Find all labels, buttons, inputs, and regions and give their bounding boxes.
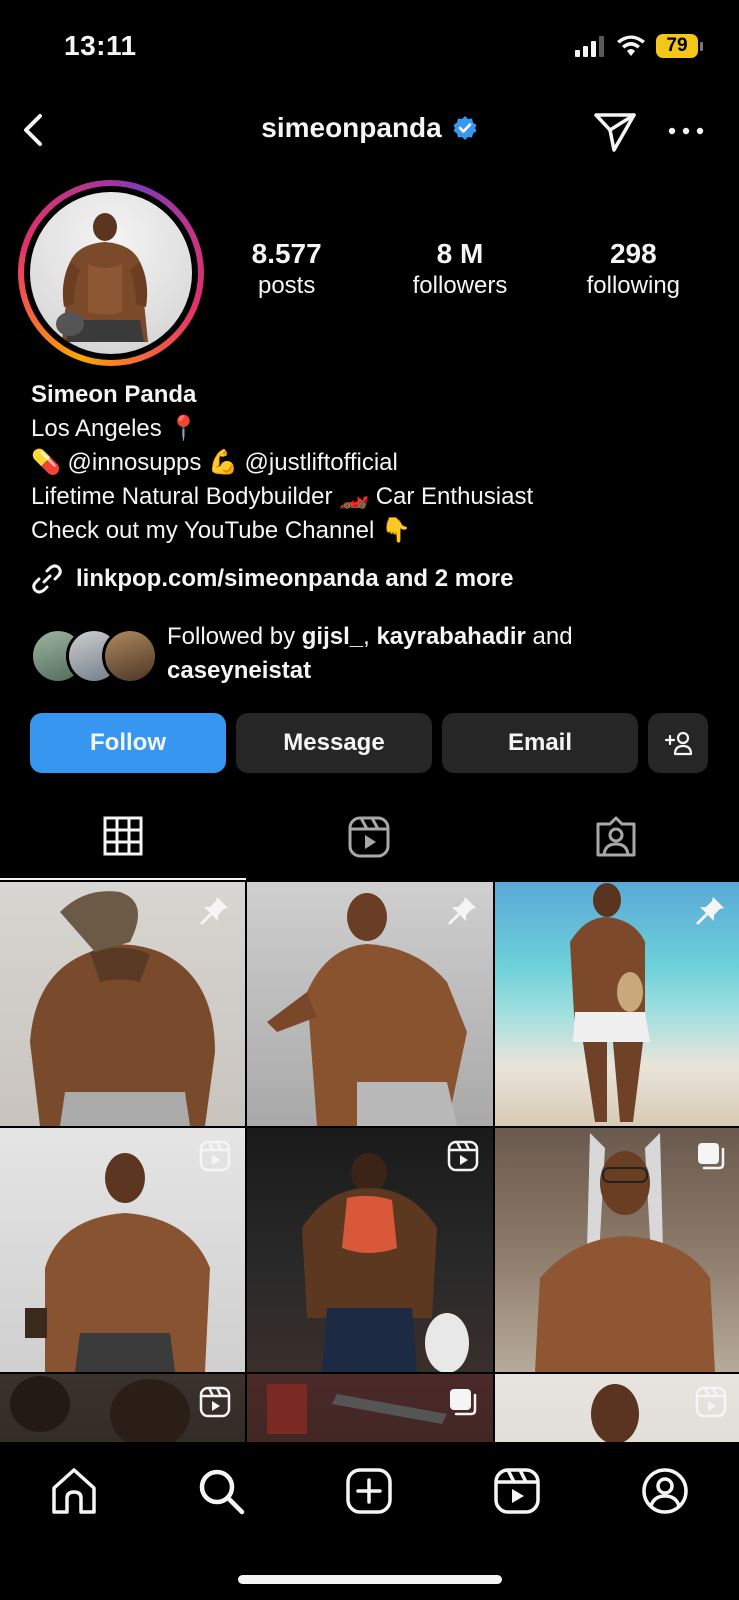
followers-count: 8 M xyxy=(436,238,484,269)
story-ring[interactable] xyxy=(18,180,204,366)
reel-badge-icon xyxy=(447,1140,479,1172)
post-thumbnail[interactable] xyxy=(495,1374,739,1442)
display-name: Simeon Panda xyxy=(31,381,197,408)
stat-posts[interactable]: 8.577 posts xyxy=(200,238,373,300)
status-bar: 13:11 79 xyxy=(0,0,739,95)
bio-youtube: Check out my YouTube Channel 👇 xyxy=(31,517,411,544)
link-icon xyxy=(32,564,62,594)
profile-stats: 8.577 posts 8 M followers 298 following xyxy=(200,238,720,300)
followed-by[interactable]: Followed by gijsl_, kayrabahadir and case… xyxy=(30,620,720,690)
pin-icon xyxy=(200,897,228,925)
mutual-follower[interactable]: caseyneistat xyxy=(167,657,311,684)
following-label: following xyxy=(586,272,681,299)
carousel-icon xyxy=(698,1143,725,1170)
conjunction: and xyxy=(525,623,573,650)
reels-icon xyxy=(348,816,390,858)
bio-sponsors[interactable]: 💊 @innosupps 💪 @justliftofficial xyxy=(31,446,721,480)
status-time: 13:11 xyxy=(64,30,137,61)
separator: , xyxy=(363,623,377,650)
post-thumbnail[interactable] xyxy=(0,882,245,1126)
message-button[interactable]: Message xyxy=(236,713,432,773)
verified-badge-icon xyxy=(453,116,477,140)
follower-avatar xyxy=(102,628,158,684)
profile-actions: Follow Message Email xyxy=(30,713,708,773)
header-username: simeonpanda xyxy=(261,112,442,143)
profile-header: simeonpanda xyxy=(0,100,739,162)
mutual-follower[interactable]: gijsl_ xyxy=(302,623,363,650)
battery-indicator: 79 xyxy=(656,34,698,58)
bio-description: Lifetime Natural Bodybuilder 🏎️ Car Enth… xyxy=(31,483,534,510)
follow-button[interactable]: Follow xyxy=(30,713,226,773)
tab-posts[interactable] xyxy=(0,808,247,880)
email-button[interactable]: Email xyxy=(442,713,638,773)
reels-nav-icon[interactable] xyxy=(492,1466,542,1516)
posts-label: posts xyxy=(257,272,316,299)
reel-badge-icon xyxy=(199,1140,231,1172)
profile-icon[interactable] xyxy=(640,1466,690,1516)
pin-icon xyxy=(448,897,476,925)
stat-followers[interactable]: 8 M followers xyxy=(373,238,546,300)
bio: Simeon Panda Los Angeles 📍 💊 @innosupps … xyxy=(31,378,721,548)
avatar-frame xyxy=(24,186,198,360)
signal-icon xyxy=(575,36,604,57)
mutual-follower[interactable]: kayrabahadir xyxy=(376,623,525,650)
tab-reels[interactable] xyxy=(246,808,492,880)
post-thumbnail[interactable] xyxy=(247,1374,493,1442)
reel-badge-icon xyxy=(695,1386,727,1418)
create-icon[interactable] xyxy=(344,1466,394,1516)
post-thumbnail[interactable] xyxy=(247,1128,493,1372)
carousel-icon xyxy=(450,1389,477,1416)
more-options-icon[interactable] xyxy=(664,118,708,144)
post-thumbnail[interactable] xyxy=(247,882,493,1126)
status-indicators: 79 xyxy=(574,34,703,58)
home-indicator[interactable] xyxy=(238,1575,502,1584)
avatar-image xyxy=(56,213,148,342)
followers-label: followers xyxy=(412,272,508,299)
followed-by-text: Followed by gijsl_, kayrabahadir and case… xyxy=(167,620,687,688)
battery-tip xyxy=(700,41,703,51)
profile-tabs xyxy=(0,808,739,880)
post-thumbnail[interactable] xyxy=(495,1128,739,1372)
post-thumbnail[interactable] xyxy=(0,1128,245,1372)
bio-location: Los Angeles 📍 xyxy=(31,415,199,442)
following-count: 298 xyxy=(609,238,657,269)
home-icon[interactable] xyxy=(49,1466,99,1516)
pin-icon xyxy=(696,897,724,925)
posts-count: 8.577 xyxy=(251,238,322,269)
post-thumbnail[interactable] xyxy=(0,1374,245,1442)
followed-by-prefix: Followed by xyxy=(167,623,302,650)
bio-link[interactable]: linkpop.com/simeonpanda and 2 more xyxy=(30,562,513,596)
link-text[interactable]: linkpop.com/simeonpanda and 2 more xyxy=(76,565,513,593)
suggested-users-button[interactable] xyxy=(648,713,708,773)
avatar[interactable] xyxy=(30,192,192,354)
search-icon[interactable] xyxy=(196,1466,246,1516)
send-message-icon[interactable] xyxy=(592,108,638,154)
stat-following[interactable]: 298 following xyxy=(547,238,720,300)
tagged-icon xyxy=(596,816,636,857)
post-thumbnail[interactable] xyxy=(495,882,739,1126)
post-grid xyxy=(0,882,739,1442)
wifi-icon xyxy=(617,35,645,56)
add-person-icon xyxy=(664,731,693,756)
reel-badge-icon xyxy=(199,1386,231,1418)
grid-icon xyxy=(103,816,143,856)
followed-by-avatars xyxy=(30,628,160,684)
tab-tagged[interactable] xyxy=(493,808,739,880)
